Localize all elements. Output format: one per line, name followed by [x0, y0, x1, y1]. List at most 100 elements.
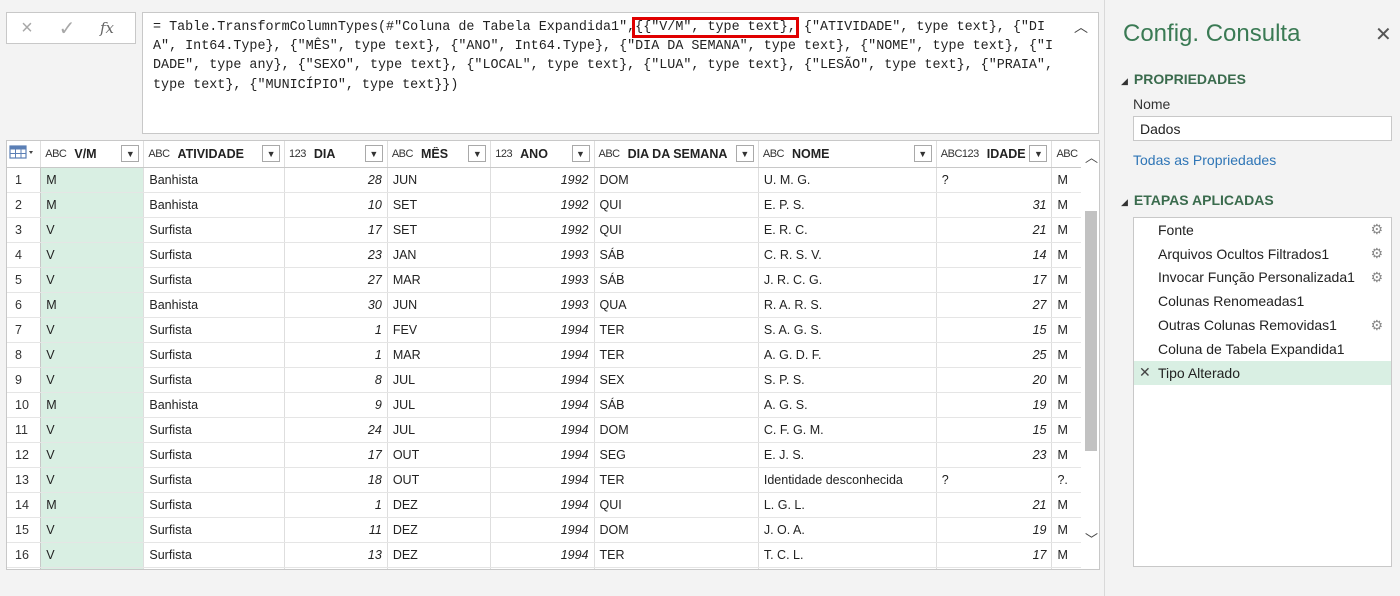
table-cell[interactable]: DOM: [594, 167, 759, 193]
table-cell[interactable]: 1993: [490, 267, 595, 293]
table-cell[interactable]: TER: [594, 467, 759, 493]
column-header[interactable]: ABC NOME ▼: [758, 141, 937, 168]
table-cell[interactable]: 13: [284, 542, 388, 568]
type-icon[interactable]: 123: [495, 148, 512, 160]
table-cell[interactable]: Banhista: [143, 167, 286, 193]
filter-dropdown-icon[interactable]: ▼: [1029, 145, 1048, 163]
table-row[interactable]: 8 V Surfista 1 MAR 1994 TER A. G. D. F. 25 M: [7, 342, 1099, 368]
table-cell[interactable]: R. A. R. S.: [758, 292, 937, 318]
table-cell[interactable]: V: [40, 467, 145, 493]
table-cell[interactable]: TER: [594, 542, 759, 568]
applied-steps-heading[interactable]: ◢ ETAPAS APLICADAS: [1121, 192, 1274, 208]
table-cell[interactable]: QUI: [594, 492, 759, 518]
table-cell[interactable]: V: [40, 442, 145, 468]
table-cell[interactable]: V: [40, 342, 145, 368]
table-cell[interactable]: 28: [284, 167, 388, 193]
table-cell[interactable]: 17: [284, 442, 388, 468]
table-cell[interactable]: Surfista: [143, 517, 286, 543]
table-cell[interactable]: JUN: [387, 292, 492, 318]
table-cell[interactable]: JUL: [387, 392, 492, 418]
table-cell[interactable]: Surfista: [143, 367, 286, 393]
table-menu-icon[interactable]: [7, 141, 42, 168]
close-icon[interactable]: ✕: [1375, 22, 1392, 47]
table-cell[interactable]: 1994: [490, 342, 595, 368]
filter-dropdown-icon[interactable]: ▼: [735, 145, 754, 163]
table-row[interactable]: 1 M Banhista 28 JUN 1992 DOM U. M. G.? M: [7, 167, 1099, 193]
table-cell[interactable]: 1993: [490, 242, 595, 268]
column-header[interactable]: 123 DIA ▼: [284, 141, 388, 168]
table-cell[interactable]: OUT: [387, 467, 492, 493]
filter-dropdown-icon[interactable]: ▼: [571, 145, 590, 163]
type-icon[interactable]: 123: [289, 148, 306, 160]
table-row[interactable]: 13 V Surfista 18 OUT 1994 TER Identidade descon…: [7, 467, 1099, 493]
table-cell[interactable]: 14: [936, 242, 1053, 268]
table-cell[interactable]: 1994: [490, 517, 595, 543]
delete-step-icon[interactable]: ✕: [1139, 364, 1151, 381]
table-cell[interactable]: Surfista: [143, 492, 286, 518]
table-cell[interactable]: 1: [284, 317, 388, 343]
table-cell[interactable]: 23: [284, 242, 388, 268]
type-icon[interactable]: ABC: [1056, 148, 1078, 160]
filter-dropdown-icon[interactable]: ▼: [262, 145, 281, 163]
table-cell[interactable]: ?: [936, 167, 1053, 193]
table-cell[interactable]: M: [40, 292, 145, 318]
table-cell[interactable]: S. P. S.: [758, 367, 937, 393]
table-cell[interactable]: 1992: [490, 192, 595, 218]
table-cell[interactable]: 1994: [490, 367, 595, 393]
table-cell[interactable]: 1: [284, 342, 388, 368]
table-cell[interactable]: FEV: [387, 317, 492, 343]
table-row[interactable]: 16 V Surfista 13 DEZ 1994 TER T. C. L. 17 M: [7, 542, 1099, 568]
table-cell[interactable]: 8: [284, 367, 388, 393]
fx-icon[interactable]: fx: [87, 19, 127, 37]
table-cell[interactable]: MAR: [387, 342, 492, 368]
table-row[interactable]: 10 M Banhista 9 JUL 1994 SÁB A. G. S. 19 M: [7, 392, 1099, 418]
table-cell[interactable]: 11: [284, 517, 388, 543]
filter-dropdown-icon[interactable]: ▼: [121, 145, 140, 163]
table-cell[interactable]: M: [40, 192, 145, 218]
table-cell[interactable]: MAR: [387, 267, 492, 293]
table-cell[interactable]: L. G. L.: [758, 492, 937, 518]
table-cell[interactable]: SÁB: [594, 392, 759, 418]
table-cell[interactable]: Surfista: [143, 417, 286, 443]
table-cell[interactable]: 1994: [490, 467, 595, 493]
table-cell[interactable]: J. O. A.: [758, 517, 937, 543]
applied-step[interactable]: ✕ Tipo Alterado: [1134, 360, 1391, 385]
table-cell[interactable]: DEZ: [387, 517, 492, 543]
table-cell[interactable]: JUL: [387, 417, 492, 443]
table-cell[interactable]: 10: [284, 192, 388, 218]
applied-step[interactable]: Outras Colunas Removidas1 ⚙: [1134, 313, 1391, 337]
table-cell[interactable]: C. R. S. V.: [758, 242, 937, 268]
table-cell[interactable]: DEZ: [387, 492, 492, 518]
table-cell[interactable]: J. R. C. G.: [758, 267, 937, 293]
filter-dropdown-icon[interactable]: ▼: [364, 145, 383, 163]
table-cell[interactable]: V: [40, 517, 145, 543]
table-cell[interactable]: SET: [387, 217, 492, 243]
table-cell[interactable]: Surfista: [143, 542, 286, 568]
table-cell[interactable]: DEZ: [387, 542, 492, 568]
table-cell[interactable]: Surfista: [143, 442, 286, 468]
chevron-up-icon[interactable]: ︿: [1085, 147, 1098, 166]
table-cell[interactable]: 1994: [490, 542, 595, 568]
table-cell[interactable]: 17: [284, 217, 388, 243]
formula-bar[interactable]: = Table.TransformColumnTypes(#"Coluna de…: [142, 12, 1099, 134]
table-cell[interactable]: 30: [284, 292, 388, 318]
table-cell[interactable]: ?: [936, 467, 1053, 493]
table-row[interactable]: 15 V Surfista 11 DEZ 1994 DOM J. O. A. 19 M: [7, 517, 1099, 543]
table-cell[interactable]: V: [40, 317, 145, 343]
table-cell[interactable]: 18: [284, 467, 388, 493]
table-row[interactable]: 2 M Banhista 10 SET 1992 QUI E. P. S. 31 M: [7, 192, 1099, 218]
type-icon[interactable]: ABC: [392, 148, 414, 160]
vertical-scrollbar[interactable]: ︿ ﹀: [1081, 141, 1099, 569]
table-cell[interactable]: 1992: [490, 217, 595, 243]
table-cell[interactable]: E. R. C.: [758, 217, 937, 243]
chevron-down-icon[interactable]: ﹀: [1085, 529, 1098, 548]
table-cell[interactable]: V: [40, 217, 145, 243]
table-cell[interactable]: 17: [936, 542, 1053, 568]
table-cell[interactable]: M: [40, 392, 145, 418]
table-cell[interactable]: 27: [936, 292, 1053, 318]
table-cell[interactable]: 15: [936, 317, 1053, 343]
table-cell[interactable]: 25: [936, 342, 1053, 368]
table-cell[interactable]: M: [40, 492, 145, 518]
table-row[interactable]: 5 V Surfista 27 MAR 1993 SÁB J. R. C. G. 17 M: [7, 267, 1099, 293]
table-cell[interactable]: 9: [284, 392, 388, 418]
